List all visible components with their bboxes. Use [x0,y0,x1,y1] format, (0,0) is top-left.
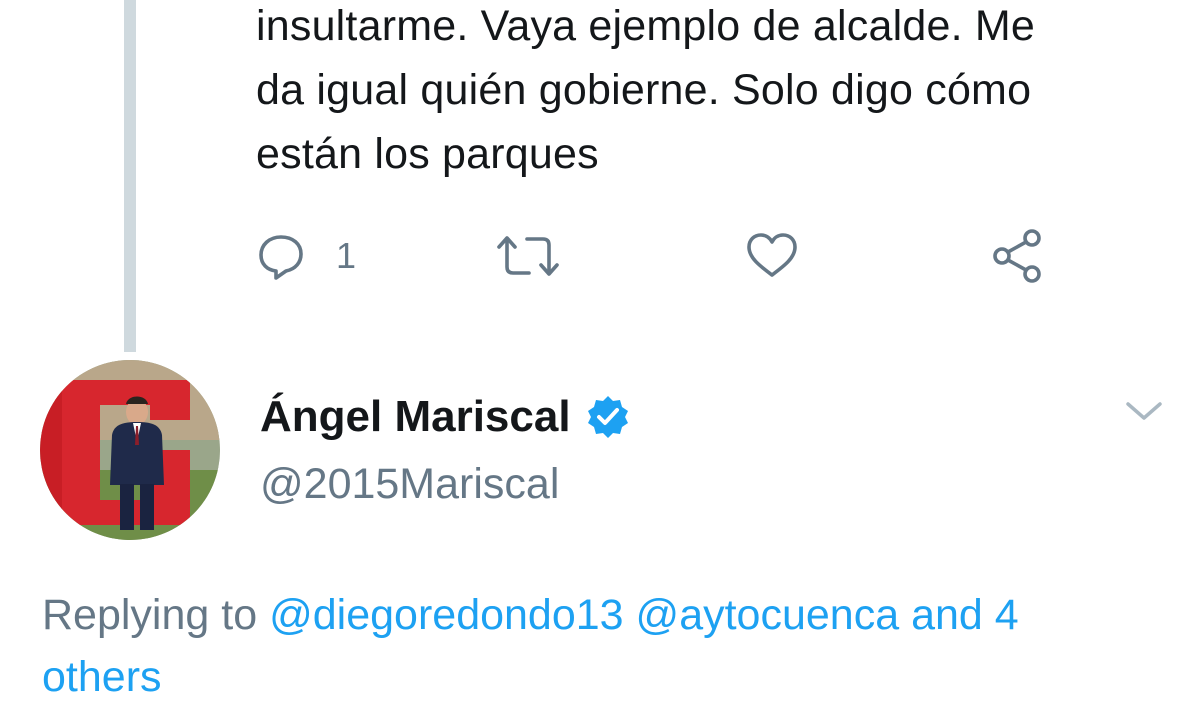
reply-button[interactable]: 1 [256,228,356,284]
previous-tweet-text: insultarme. Vaya ejemplo de alcalde. Me … [256,0,1176,186]
chevron-down-icon[interactable] [1122,396,1166,426]
tweet-text-line: están los parques [256,130,599,178]
reply-icon [259,235,303,280]
share-icon [993,229,1041,283]
tweet-text-line: da igual quién gobierne. Solo digo cómo [256,66,1032,114]
reply-count: 1 [336,235,357,276]
thread-connector-line [124,0,136,352]
like-icon [747,233,797,277]
retweet-icon [497,236,559,276]
others-link[interactable]: and 4 [911,591,1019,639]
replying-to-label: Replying to [42,591,258,639]
profile-photo [40,360,220,540]
like-button[interactable] [744,228,800,284]
others-link-continued[interactable]: others [42,646,1182,708]
replying-to: Replying to @diegoredondo13 @aytocuenca … [42,584,1182,708]
mention-link[interactable]: @aytocuenca [636,591,900,639]
share-button[interactable] [988,228,1048,284]
author-name-text: Ángel Mariscal [260,392,571,441]
tweet-text-line: insultarme. Vaya ejemplo de alcalde. Me [256,2,1036,50]
verified-badge-icon [587,396,628,438]
replying-to-line: Replying to @diegoredondo13 @aytocuenca … [42,584,1182,646]
avatar[interactable] [40,360,220,540]
author-name[interactable]: Ángel Mariscal [260,392,631,442]
author-handle[interactable]: @2015Mariscal [260,460,559,509]
mention-link[interactable]: @diegoredondo13 [269,591,624,639]
retweet-button[interactable] [495,228,561,284]
